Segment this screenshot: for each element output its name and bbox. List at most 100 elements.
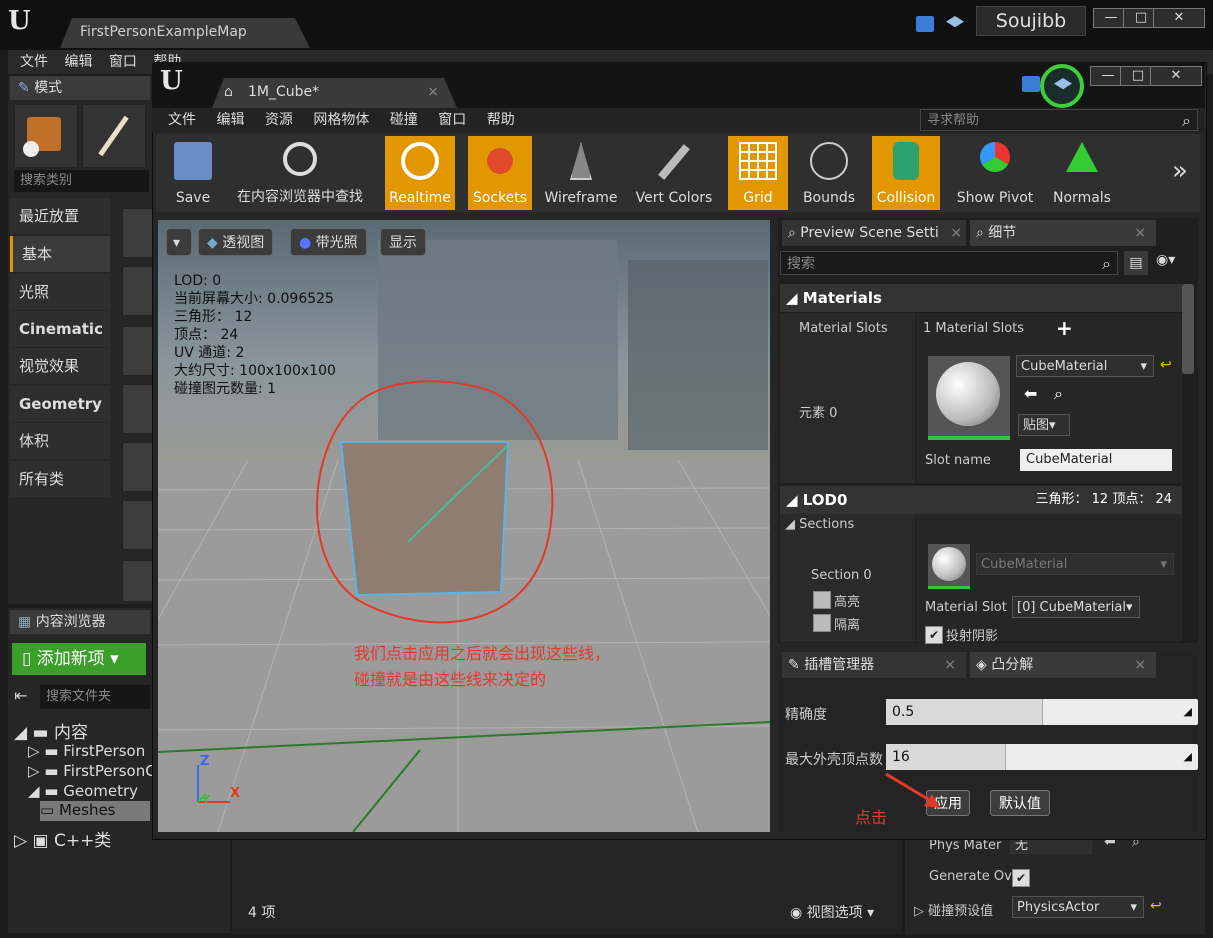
- category-basic[interactable]: 基本: [10, 236, 110, 272]
- category-search-input[interactable]: 搜索类别: [14, 170, 149, 192]
- actor-thumbnail[interactable]: [122, 500, 154, 550]
- vert-colors-toggle[interactable]: Vert Colors: [632, 136, 716, 210]
- chat-icon[interactable]: [916, 16, 934, 32]
- category-all-classes[interactable]: 所有类: [10, 461, 110, 497]
- wireframe-toggle[interactable]: Wireframe: [540, 136, 622, 210]
- close-icon[interactable]: ×: [944, 652, 956, 678]
- tree-item-cpp-classes[interactable]: ▷ ▣ C++类: [14, 826, 111, 851]
- collision-preset-combo[interactable]: PhysicsActor ▾: [1012, 896, 1144, 918]
- help-search-input[interactable]: 寻求帮助 ⌕: [920, 109, 1198, 131]
- perspective-button[interactable]: ◆ 透视图: [198, 228, 274, 256]
- materials-section-header[interactable]: ◢ Materials: [780, 284, 1182, 312]
- accuracy-slider[interactable]: 0.5 ◢: [886, 699, 1198, 725]
- main-menu-file[interactable]: 文件: [20, 54, 48, 70]
- actor-thumbnail[interactable]: [122, 266, 154, 316]
- grid-toggle[interactable]: Grid: [728, 136, 788, 210]
- section-material-thumbnail[interactable]: [928, 544, 970, 589]
- actor-thumbnail[interactable]: [122, 384, 154, 434]
- realtime-toggle[interactable]: Realtime: [385, 136, 455, 210]
- tab-details[interactable]: ⌕ 细节 ×: [970, 220, 1156, 246]
- category-volumes[interactable]: 体积: [10, 423, 110, 459]
- normals-toggle[interactable]: Normals: [1048, 136, 1116, 210]
- place-mode-icon[interactable]: [14, 104, 78, 168]
- category-recent[interactable]: 最近放置: [10, 198, 110, 234]
- eye-visibility-icon[interactable]: ◉▾: [1156, 252, 1175, 268]
- close-icon[interactable]: ×: [950, 220, 962, 246]
- defaults-button[interactable]: 默认值: [990, 790, 1050, 816]
- browse-search-icon[interactable]: ⌕: [1054, 384, 1063, 404]
- editor-menu-window[interactable]: 窗口: [438, 112, 466, 128]
- isolate-checkbox[interactable]: [813, 614, 831, 632]
- tree-item-firstpersoncpp[interactable]: ▷ ▬ FirstPersonC: [28, 762, 156, 780]
- sockets-toggle[interactable]: Sockets: [468, 136, 532, 210]
- user-name-box[interactable]: Soujibb: [976, 6, 1086, 36]
- save-button[interactable]: Save: [160, 136, 226, 210]
- editor-close-button[interactable]: ✕: [1150, 66, 1202, 86]
- details-search-input[interactable]: 搜索 ⌕: [780, 251, 1118, 275]
- main-close-button[interactable]: ✕: [1153, 8, 1205, 28]
- actor-thumbnail[interactable]: [122, 560, 154, 602]
- paint-mode-icon[interactable]: [82, 104, 146, 168]
- editor-menu-help[interactable]: 帮助: [487, 112, 515, 128]
- chat-icon[interactable]: [1022, 76, 1040, 92]
- tab-socket-manager[interactable]: ✎ 插槽管理器 ×: [782, 652, 966, 678]
- toolbar-overflow-button[interactable]: »: [1172, 156, 1188, 186]
- reset-arrow-icon[interactable]: ↩: [1150, 898, 1162, 914]
- mesh-asset-tab[interactable]: ⌂ 1M_Cube* ×: [212, 78, 457, 108]
- content-browser-tab[interactable]: ▦ 内容浏览器: [10, 610, 150, 634]
- category-geometry[interactable]: Geometry: [10, 386, 110, 422]
- cast-shadow-checkbox[interactable]: ✔: [925, 626, 943, 644]
- close-icon[interactable]: ×: [1134, 652, 1146, 678]
- category-cinematic[interactable]: Cinematic: [10, 311, 110, 347]
- main-menu-window[interactable]: 窗口: [109, 54, 137, 70]
- preview-viewport[interactable]: ▾ ◆ 透视图 ● 带光照 显示 LOD: 0 当前屏幕大小: 0.096525…: [158, 220, 770, 832]
- editor-menu-mesh[interactable]: 网格物体: [313, 112, 369, 128]
- actor-thumbnail[interactable]: [122, 208, 154, 258]
- tree-item-meshes[interactable]: ▭ Meshes: [40, 801, 150, 821]
- editor-menu-edit[interactable]: 编辑: [216, 112, 244, 128]
- reset-arrow-icon[interactable]: ↩: [1160, 357, 1172, 373]
- collision-toggle[interactable]: Collision: [872, 136, 940, 210]
- actor-thumbnail[interactable]: [122, 442, 154, 492]
- lod0-section-header[interactable]: ◢ LOD0 三角形： 12 顶点： 24: [780, 486, 1182, 514]
- generate-overlap-checkbox[interactable]: ✔: [1012, 869, 1030, 887]
- main-menu-edit[interactable]: 编辑: [64, 54, 92, 70]
- show-pivot-toggle[interactable]: Show Pivot: [950, 136, 1040, 210]
- modes-tab[interactable]: ✎ 模式: [10, 76, 150, 100]
- tree-toggle-icon[interactable]: ⇤: [14, 686, 27, 705]
- main-level-tab[interactable]: FirstPersonExampleMap: [60, 18, 310, 48]
- show-button[interactable]: 显示: [380, 228, 426, 256]
- category-lights[interactable]: 光照: [10, 274, 110, 310]
- texture-button[interactable]: 贴图▾: [1018, 414, 1070, 436]
- tab-preview-scene-settings[interactable]: ⌕ Preview Scene Setti ×: [782, 220, 966, 246]
- material-slot-combo[interactable]: [0] CubeMaterial▾: [1012, 596, 1140, 618]
- editor-menu-asset[interactable]: 资源: [265, 112, 293, 128]
- add-material-slot-icon[interactable]: +: [1056, 316, 1073, 340]
- tree-item-content[interactable]: ◢ ▬ 内容: [14, 718, 88, 743]
- property-matrix-icon[interactable]: ▤: [1124, 251, 1148, 275]
- use-selected-arrow-icon[interactable]: ⬅: [1024, 384, 1037, 403]
- highlight-checkbox[interactable]: [813, 591, 831, 609]
- actor-thumbnail[interactable]: [122, 326, 154, 376]
- folder-search-input[interactable]: 搜索文件夹: [40, 685, 150, 709]
- close-icon[interactable]: ×: [1134, 220, 1146, 246]
- search-icon[interactable]: ⌕: [1182, 110, 1191, 132]
- lit-button[interactable]: ● 带光照: [290, 228, 367, 256]
- view-options-button[interactable]: ◉ 视图选项 ▾: [790, 902, 874, 922]
- tab-convex-decomposition[interactable]: ◈ 凸分解 ×: [970, 652, 1156, 678]
- add-new-button[interactable]: ▯ 添加新项 ▾: [12, 643, 146, 675]
- close-icon[interactable]: ×: [427, 84, 439, 100]
- find-in-browser-button[interactable]: 在内容浏览器中查找: [228, 136, 372, 210]
- viewport-options-button[interactable]: ▾: [166, 228, 192, 256]
- slot-name-field[interactable]: CubeMaterial: [1020, 449, 1172, 471]
- details-scrollbar[interactable]: [1182, 284, 1194, 374]
- tree-item-firstperson[interactable]: ▷ ▬ FirstPerson: [28, 742, 145, 760]
- bounds-toggle[interactable]: Bounds: [796, 136, 862, 210]
- search-icon[interactable]: ⌕: [1102, 252, 1111, 276]
- material-thumbnail[interactable]: [928, 356, 1010, 440]
- category-visual-effects[interactable]: 视觉效果: [10, 348, 110, 384]
- material-combo[interactable]: CubeMaterial ▾: [1016, 355, 1154, 377]
- editor-menu-collision[interactable]: 碰撞: [390, 112, 418, 128]
- tree-item-geometry[interactable]: ◢ ▬ Geometry: [28, 782, 138, 800]
- editor-menu-file[interactable]: 文件: [168, 112, 196, 128]
